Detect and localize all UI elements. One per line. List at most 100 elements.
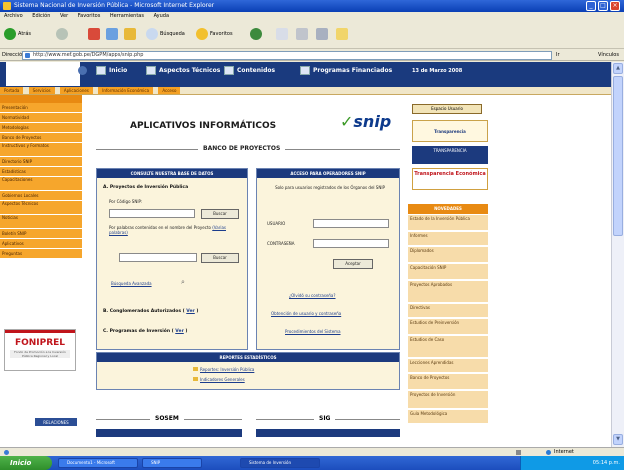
keywords-input[interactable] (119, 253, 197, 262)
transparencia-economica-banner[interactable]: Transparencia Económica (412, 168, 488, 190)
username-input[interactable] (313, 219, 389, 228)
news-item[interactable]: Proyectos de Inversión (408, 391, 488, 409)
news-item[interactable]: Proyectos Aprobados (408, 281, 488, 303)
foniprel-banner[interactable]: FONIPREL Fondo de Promoción a la Inversi… (4, 329, 76, 371)
espacio-usuario-button[interactable]: Espacio Usuario (412, 104, 482, 114)
left-menu-item[interactable]: Capacitaciones (0, 177, 82, 191)
section-c-link[interactable]: Ver (175, 329, 184, 334)
report-link-1[interactable]: Reportes: Inversión Pública (193, 367, 254, 372)
news-item[interactable]: Estado de la Inversión Pública (408, 215, 488, 231)
back-button[interactable]: Atrás (4, 27, 31, 41)
forward-button[interactable] (56, 27, 70, 41)
site-logo[interactable] (6, 62, 87, 86)
sig-bar[interactable] (256, 429, 400, 437)
favorites-button[interactable]: Favoritos (196, 27, 233, 41)
taskbar-item[interactable]: SNIP (142, 458, 202, 468)
menu-favoritos[interactable]: Favoritos (78, 13, 101, 19)
news-item[interactable]: Lecciones Aprendidas (408, 359, 488, 373)
left-menu-item[interactable]: Presentación (0, 103, 82, 113)
ie-icon (3, 2, 11, 10)
left-menu-item[interactable]: Directorio SNIP (0, 157, 82, 167)
print-button[interactable] (296, 27, 310, 41)
obtain-user-link[interactable]: Obtención de usuario y contraseña (271, 311, 341, 316)
relaciones-button[interactable]: RELACIONES (34, 417, 78, 427)
breadcrumb-item[interactable]: Portada (0, 87, 24, 94)
nav-aspectos-tecnicos[interactable]: Aspectos Técnicos (146, 66, 220, 76)
vertical-scrollbar[interactable]: ▲ ▼ (611, 62, 624, 447)
left-menu-item[interactable]: Aspectos Técnicos (0, 201, 82, 215)
scroll-thumb[interactable] (613, 76, 623, 236)
left-menu-item[interactable]: Aplicativos (0, 239, 82, 249)
refresh-button[interactable] (106, 27, 120, 41)
chart-icon (193, 377, 198, 381)
news-item[interactable]: Directivas (408, 304, 488, 318)
left-menu-item[interactable]: Boletín SNIP (0, 229, 82, 239)
accept-button[interactable]: Aceptar (333, 259, 373, 269)
breadcrumb-item[interactable]: Acceso (158, 87, 181, 94)
home-button[interactable] (124, 27, 138, 41)
sosem-bar[interactable] (96, 429, 242, 437)
left-menu-item[interactable]: Metodologías (0, 123, 82, 133)
menu-ayuda[interactable]: Ayuda (154, 13, 169, 19)
scroll-down-icon[interactable]: ▼ (613, 434, 623, 445)
minimize-button[interactable]: _ (586, 1, 596, 11)
left-menu-item[interactable]: Banco de Proyectos (0, 133, 82, 143)
left-menu-item[interactable]: Instructivos y Formatos (0, 143, 82, 157)
links-button[interactable]: Vínculos (598, 50, 619, 61)
menu-ver[interactable]: Ver (60, 13, 68, 19)
folder-button[interactable] (336, 27, 350, 41)
menu-edicion[interactable]: Edición (32, 13, 50, 19)
edit-button[interactable] (316, 27, 330, 41)
procedures-link[interactable]: Procedimientos del Sistema (285, 329, 341, 334)
go-button[interactable]: Ir (556, 50, 560, 61)
news-item[interactable]: Guía Metodológica (408, 410, 488, 424)
left-menu-item[interactable]: Preguntas (0, 249, 82, 259)
maximize-button[interactable]: □ (598, 1, 608, 11)
left-menu-item[interactable]: Noticias (0, 215, 82, 229)
section-b-link[interactable]: Ver (186, 309, 195, 314)
address-input[interactable]: http://www.mef.gob.pe/DGPM/apps/snip.php (22, 51, 552, 60)
nav-programas[interactable]: Programas Financiados (300, 66, 392, 76)
search-keywords-button[interactable]: Buscar (201, 253, 239, 263)
transparencia-banner-1[interactable]: Transparencia (412, 120, 488, 142)
stop-button[interactable] (88, 27, 102, 41)
menu-archivo[interactable]: Archivo (4, 13, 23, 19)
breadcrumb-item[interactable]: Información Económica (98, 87, 154, 94)
news-item[interactable]: Informes (408, 232, 488, 246)
password-input[interactable] (313, 239, 389, 248)
breadcrumb-item[interactable]: Servicios (28, 87, 55, 94)
transparencia-banner-2[interactable]: TRANSPARENCIA (412, 146, 488, 164)
magnifier-icon[interactable]: ⌕ (181, 278, 185, 287)
menu-bar: Archivo Edición Ver Favoritos Herramient… (0, 12, 624, 21)
forgot-password-link[interactable]: ¿Olvidó su contraseña? (289, 293, 336, 298)
news-item[interactable]: Banco de Proyectos (408, 374, 488, 390)
search-code-button[interactable]: Buscar (201, 209, 239, 219)
start-button[interactable]: Inicio (0, 456, 52, 470)
nav-inicio[interactable]: Inicio (96, 66, 127, 76)
history-button[interactable] (250, 27, 264, 41)
mail-button[interactable] (276, 27, 290, 41)
report-link-2[interactable]: Indicadores Generales (193, 377, 245, 382)
left-menu-item[interactable]: Normatividad (0, 113, 82, 123)
banco-title: BANCO DE PROYECTOS (198, 145, 286, 152)
breadcrumb-item[interactable]: Aplicaciones (59, 87, 93, 94)
news-item[interactable]: Capacitación SNIP (408, 264, 488, 280)
left-menu-item[interactable]: Gobiernos Locales (0, 191, 82, 201)
news-item[interactable]: Diplomados (408, 247, 488, 263)
menu-herramientas[interactable]: Herramientas (110, 13, 144, 19)
taskbar-item[interactable]: Documento1 - Microsoft (58, 458, 138, 468)
advanced-search-link[interactable]: Búsqueda Avanzada (111, 281, 152, 286)
taskbar-item[interactable]: Sistema de Inversión (240, 458, 320, 468)
snip-code-input[interactable] (109, 209, 195, 218)
news-item[interactable]: Estudios de Preinversión (408, 319, 488, 335)
content-nav-icon (224, 66, 234, 75)
search-button[interactable]: Búsqueda (146, 27, 185, 41)
close-button[interactable]: × (610, 1, 620, 11)
star-icon (196, 27, 208, 40)
scroll-up-icon[interactable]: ▲ (613, 63, 623, 74)
news-item[interactable]: Estudios de Caso (408, 336, 488, 358)
sig-title: SIG (314, 415, 336, 422)
nav-contenidos[interactable]: Contenidos (224, 66, 275, 76)
left-menu-item[interactable]: Estadísticas (0, 167, 82, 177)
clock[interactable]: 05:14 p.m. (593, 460, 620, 466)
